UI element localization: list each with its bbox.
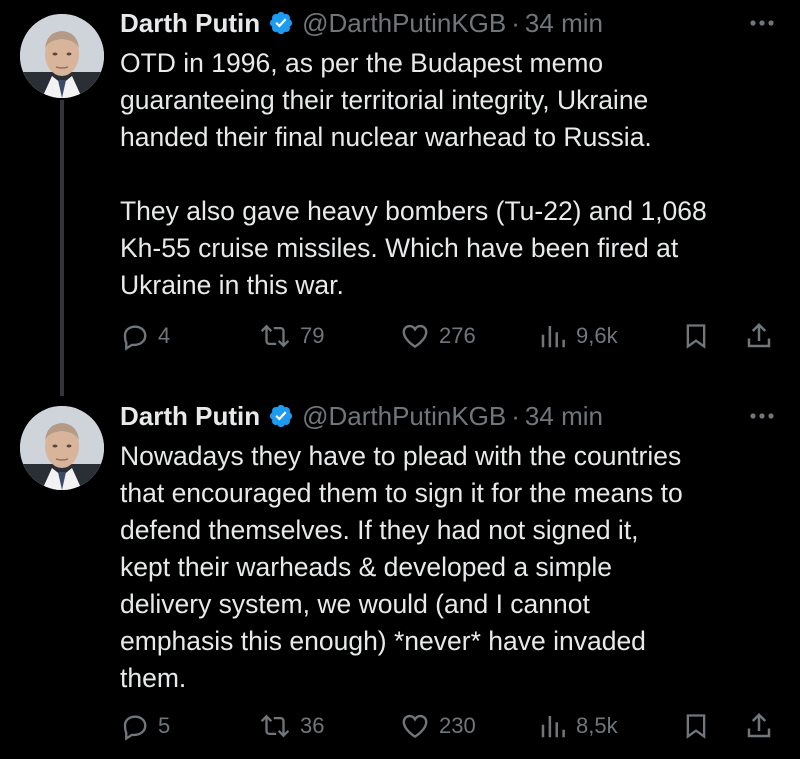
tweet-actions: 5 36 230 8,5k xyxy=(120,706,780,746)
tweet-header: Darth Putin @DarthPutinKGB · 34 min xyxy=(120,5,603,41)
views-count: 9,6k xyxy=(576,323,618,348)
repost-button[interactable]: 36 xyxy=(258,706,324,746)
reply-count: 5 xyxy=(158,713,171,738)
author-handle[interactable]: @DarthPutinKGB xyxy=(302,401,506,432)
repost-icon xyxy=(260,714,290,738)
verified-badge-icon xyxy=(270,11,293,35)
tweet-text: OTD in 1996, as per the Budapest memo gu… xyxy=(120,48,707,300)
reply-count: 4 xyxy=(158,323,171,348)
share-button[interactable] xyxy=(744,316,774,356)
like-button[interactable]: 230 xyxy=(399,706,476,746)
author-name[interactable]: Darth Putin xyxy=(120,8,260,39)
share-icon xyxy=(747,322,771,348)
repost-count: 36 xyxy=(300,713,325,738)
avatar[interactable] xyxy=(20,14,104,98)
author-handle[interactable]: @DarthPutinKGB xyxy=(302,8,506,39)
share-button[interactable] xyxy=(744,706,774,746)
more-horizontal-icon[interactable] xyxy=(746,406,778,426)
verified-badge-icon xyxy=(270,404,293,428)
tweet-actions: 4 79 276 9,6k xyxy=(120,316,780,356)
more-horizontal-icon[interactable] xyxy=(746,13,778,33)
reply-button[interactable]: 5 xyxy=(120,706,170,746)
thread-connector-line xyxy=(60,100,64,396)
bookmark-button[interactable] xyxy=(682,706,710,746)
share-icon xyxy=(747,712,771,738)
timestamp[interactable]: 34 min xyxy=(525,401,603,432)
avatar[interactable] xyxy=(20,406,104,490)
repost-icon xyxy=(260,324,290,348)
views-button[interactable]: 9,6k xyxy=(538,316,618,356)
tweet-header: Darth Putin @DarthPutinKGB · 34 min xyxy=(120,398,603,434)
repost-button[interactable]: 79 xyxy=(258,316,324,356)
like-count: 276 xyxy=(439,323,476,348)
author-name[interactable]: Darth Putin xyxy=(120,401,260,432)
views-button[interactable]: 8,5k xyxy=(538,706,618,746)
reply-icon xyxy=(123,715,147,741)
separator-dot: · xyxy=(511,7,520,38)
like-button[interactable]: 276 xyxy=(399,316,476,356)
separator-dot: · xyxy=(511,400,520,431)
tweet-text: Nowadays they have to plead with the cou… xyxy=(120,441,683,693)
reply-button[interactable]: 4 xyxy=(120,316,170,356)
views-count: 8,5k xyxy=(576,713,618,738)
timestamp[interactable]: 34 min xyxy=(525,8,603,39)
like-count: 230 xyxy=(439,713,476,738)
views-chart-icon xyxy=(541,716,565,738)
bookmark-button[interactable] xyxy=(682,316,710,356)
bookmark-icon xyxy=(686,714,706,739)
repost-count: 79 xyxy=(300,323,325,348)
views-chart-icon xyxy=(541,326,565,348)
bookmark-icon xyxy=(686,324,706,349)
heart-icon xyxy=(402,324,428,349)
reply-icon xyxy=(123,325,147,351)
heart-icon xyxy=(402,714,428,739)
